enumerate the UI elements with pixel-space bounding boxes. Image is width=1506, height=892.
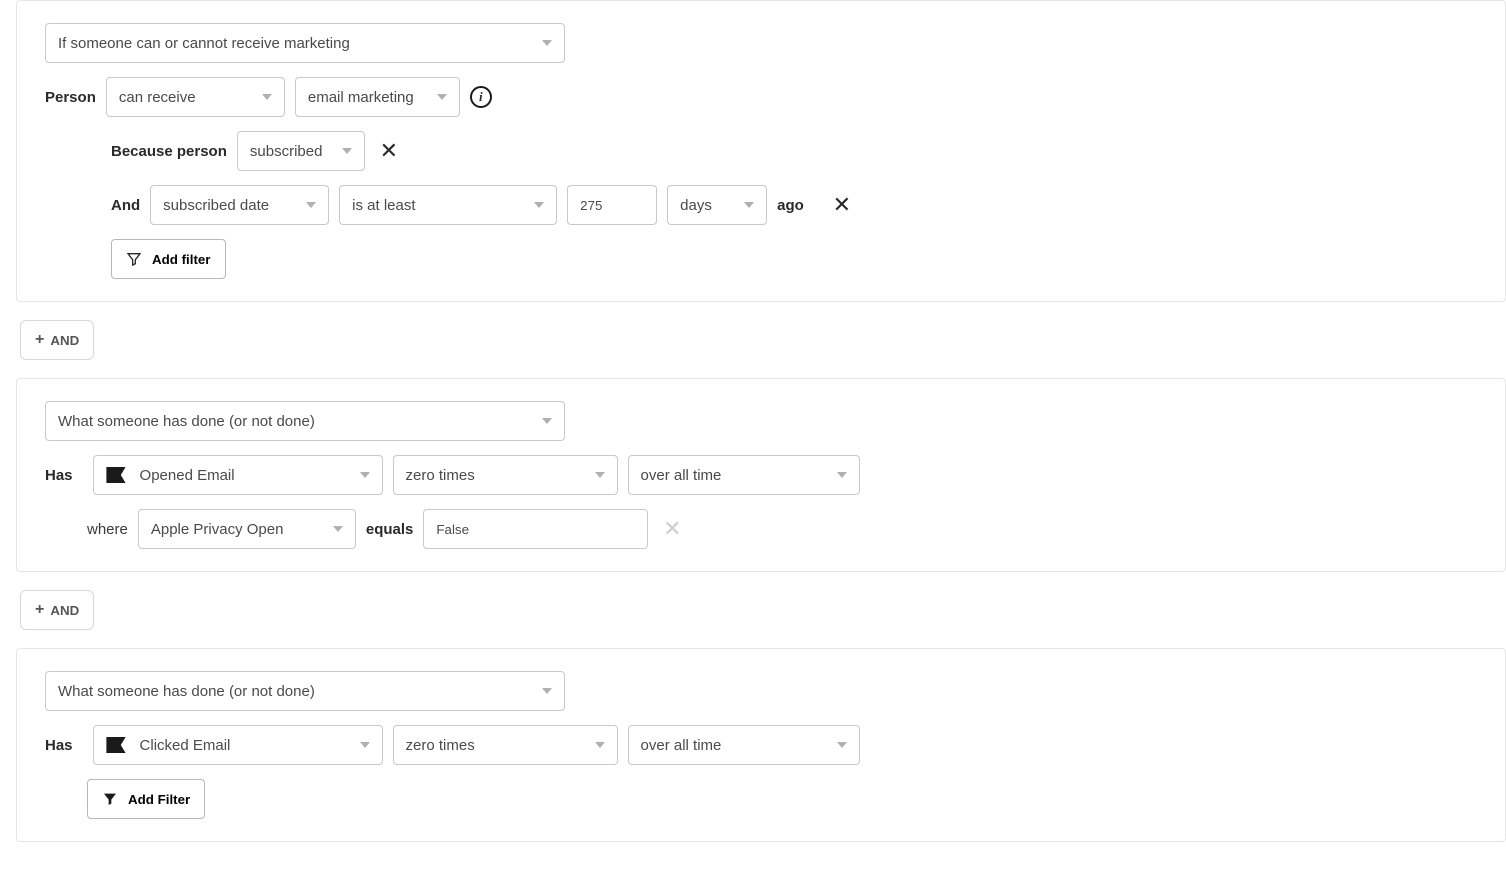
can-receive-select[interactable]: can receive [106, 77, 285, 117]
brand-icon [106, 737, 126, 753]
plus-icon: + [35, 331, 44, 349]
where-value-input[interactable] [423, 509, 648, 549]
condition-type-select[interactable]: What someone has done (or not done) [45, 671, 565, 711]
chevron-down-icon [360, 472, 370, 478]
because-value: subscribed [250, 143, 323, 160]
ago-label: ago [777, 197, 804, 214]
condition-type-label: If someone can or cannot receive marketi… [58, 35, 350, 52]
remove-where-button[interactable]: ✕ [658, 515, 686, 543]
channel-select[interactable]: email marketing [295, 77, 460, 117]
person-row: Person can receive email marketing i [45, 77, 1477, 117]
unit-value: days [680, 197, 712, 214]
chevron-down-icon [534, 202, 544, 208]
count-select[interactable]: zero times [393, 725, 618, 765]
chevron-down-icon [306, 202, 316, 208]
plus-icon: + [35, 601, 44, 619]
chevron-down-icon [542, 40, 552, 46]
chevron-down-icon [595, 472, 605, 478]
date-row: And subscribed date is at least days ago… [45, 185, 1477, 225]
timeframe-select[interactable]: over all time [628, 725, 860, 765]
chevron-down-icon [837, 742, 847, 748]
add-filter-button[interactable]: Add Filter [87, 779, 205, 819]
where-row: where Apple Privacy Open equals ✕ [45, 509, 1477, 549]
count-value: zero times [406, 467, 475, 484]
chevron-down-icon [542, 688, 552, 694]
condition-group-2: What someone has done (or not done) Has … [16, 378, 1506, 572]
chevron-down-icon [333, 526, 343, 532]
chevron-down-icon [744, 202, 754, 208]
add-filter-button[interactable]: Add filter [111, 239, 226, 279]
remove-because-button[interactable]: ✕ [375, 137, 403, 165]
info-icon[interactable]: i [470, 86, 492, 108]
chevron-down-icon [595, 742, 605, 748]
where-label: where [87, 521, 128, 538]
timeframe-select[interactable]: over all time [628, 455, 860, 495]
comparator-value: is at least [352, 197, 415, 214]
close-icon: ✕ [833, 194, 851, 216]
condition-type-label: What someone has done (or not done) [58, 413, 315, 430]
chevron-down-icon [542, 418, 552, 424]
filter-icon [102, 791, 118, 807]
condition-type-select[interactable]: If someone can or cannot receive marketi… [45, 23, 565, 63]
count-value: zero times [406, 737, 475, 754]
condition-type-select[interactable]: What someone has done (or not done) [45, 401, 565, 441]
unit-select[interactable]: days [667, 185, 767, 225]
add-filter-label: Add Filter [128, 792, 190, 807]
chevron-down-icon [837, 472, 847, 478]
channel-value: email marketing [308, 89, 414, 106]
chevron-down-icon [437, 94, 447, 100]
add-filter-label: Add filter [152, 252, 211, 267]
filter-icon [126, 251, 142, 267]
amount-input[interactable] [567, 185, 657, 225]
count-select[interactable]: zero times [393, 455, 618, 495]
chevron-down-icon [342, 148, 352, 154]
where-field-select[interactable]: Apple Privacy Open [138, 509, 356, 549]
condition-group-1: If someone can or cannot receive marketi… [16, 0, 1506, 302]
comparator-select[interactable]: is at least [339, 185, 557, 225]
metric-value: Opened Email [140, 467, 235, 484]
has-label: Has [45, 467, 73, 484]
can-receive-value: can receive [119, 89, 196, 106]
condition-type-label: What someone has done (or not done) [58, 683, 315, 700]
timeframe-value: over all time [641, 737, 722, 754]
person-label: Person [45, 89, 96, 106]
and-connector-button[interactable]: + AND [20, 320, 94, 360]
and-connector-label: AND [50, 603, 79, 618]
date-field-select[interactable]: subscribed date [150, 185, 329, 225]
condition-group-3: What someone has done (or not done) Has … [16, 648, 1506, 842]
equals-label: equals [366, 521, 414, 538]
timeframe-value: over all time [641, 467, 722, 484]
and-label: And [111, 197, 140, 214]
metric-select[interactable]: Clicked Email [93, 725, 383, 765]
metric-value: Clicked Email [140, 737, 231, 754]
has-row: Has Clicked Email zero times over all ti… [45, 725, 1477, 765]
close-icon: ✕ [663, 518, 681, 540]
date-field-value: subscribed date [163, 197, 269, 214]
because-select[interactable]: subscribed [237, 131, 365, 171]
brand-icon [106, 467, 126, 483]
because-label: Because person [111, 143, 227, 160]
and-connector-button[interactable]: + AND [20, 590, 94, 630]
close-icon: ✕ [380, 140, 398, 162]
has-row: Has Opened Email zero times over all tim… [45, 455, 1477, 495]
remove-date-button[interactable]: ✕ [828, 191, 856, 219]
has-label: Has [45, 737, 73, 754]
where-field-value: Apple Privacy Open [151, 521, 284, 538]
and-connector-label: AND [50, 333, 79, 348]
because-row: Because person subscribed ✕ [45, 131, 1477, 171]
chevron-down-icon [360, 742, 370, 748]
chevron-down-icon [262, 94, 272, 100]
metric-select[interactable]: Opened Email [93, 455, 383, 495]
